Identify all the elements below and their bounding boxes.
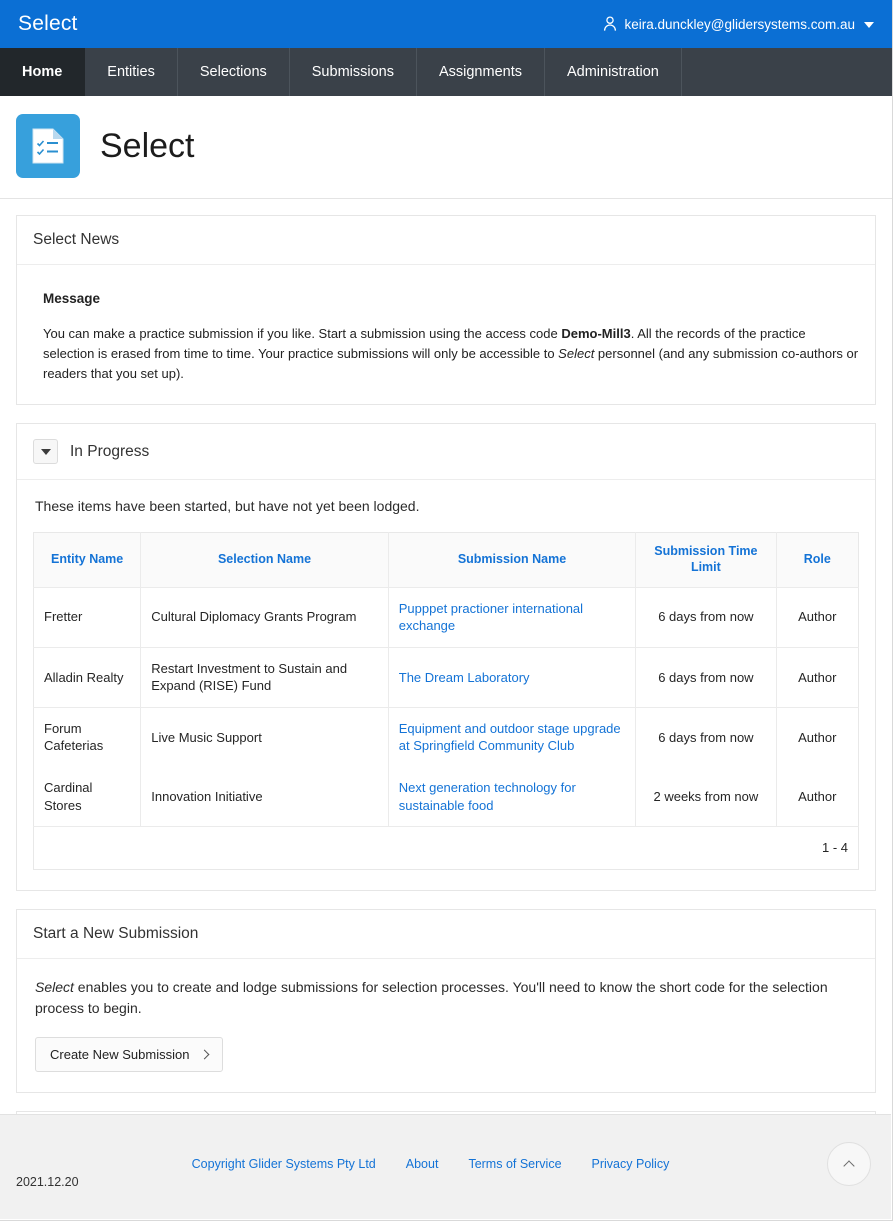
cell-role: Author xyxy=(776,587,859,647)
cell-time-limit: 6 days from now xyxy=(636,587,776,647)
submission-link[interactable]: Next generation technology for sustainab… xyxy=(399,780,576,813)
in-progress-description: These items have been started, but have … xyxy=(35,498,859,514)
submission-link[interactable]: The Dream Laboratory xyxy=(399,670,530,685)
nav-item-submissions[interactable]: Submissions xyxy=(290,48,417,96)
nav-item-label: Home xyxy=(22,64,62,80)
start-new-submission-title: Start a New Submission xyxy=(33,925,198,943)
nav-item-label: Administration xyxy=(567,64,659,80)
access-code: Demo-Mill3 xyxy=(561,326,630,341)
footer-link-privacy-policy[interactable]: Privacy Policy xyxy=(592,1157,670,1171)
content-wrapper: Select News Message You can make a pract… xyxy=(0,199,892,1168)
cell-time-limit: 2 weeks from now xyxy=(636,767,776,827)
cell-entity-name: Forum Cafeterias xyxy=(34,707,141,767)
nav-item-label: Selections xyxy=(200,64,267,80)
column-header-submission-name[interactable]: Submission Name xyxy=(388,533,636,587)
page-footer: Copyright Glider Systems Pty Ltd About T… xyxy=(0,1114,891,1219)
document-checklist-icon xyxy=(16,114,80,178)
create-new-submission-label: Create New Submission xyxy=(50,1047,189,1062)
person-icon xyxy=(603,16,617,32)
cell-submission-name: Next generation technology for sustainab… xyxy=(388,767,636,827)
cell-role: Author xyxy=(776,767,859,827)
cell-time-limit: 6 days from now xyxy=(636,707,776,767)
select-news-header: Select News xyxy=(17,216,875,265)
brand-name: Select xyxy=(558,346,594,361)
cell-entity-name: Fretter xyxy=(34,587,141,647)
app-title: Select xyxy=(18,12,78,36)
table-row: Fretter Cultural Diplomacy Grants Progra… xyxy=(34,587,859,647)
message-text: You can make a practice submission if yo… xyxy=(43,324,859,384)
select-news-title: Select News xyxy=(33,231,119,249)
cell-selection-name: Live Music Support xyxy=(141,707,389,767)
triangle-down-icon[interactable] xyxy=(33,439,58,464)
table-pagination-row: 1 - 4 xyxy=(34,827,859,870)
nav-item-label: Assignments xyxy=(439,64,522,80)
submission-link[interactable]: Pupppet practioner international exchang… xyxy=(399,601,583,634)
page-header: Select xyxy=(0,96,892,199)
cell-selection-name: Restart Investment to Sustain and Expand… xyxy=(141,647,389,707)
column-header-selection-name[interactable]: Selection Name xyxy=(141,533,389,587)
footer-link-about[interactable]: About xyxy=(406,1157,439,1171)
cell-selection-name: Innovation Initiative xyxy=(141,767,389,827)
cell-role: Author xyxy=(776,707,859,767)
start-new-submission-body: Select enables you to create and lodge s… xyxy=(17,959,875,1092)
chevron-up-icon xyxy=(843,1160,854,1171)
start-new-submission-header: Start a New Submission xyxy=(17,910,875,959)
user-email: keira.dunckley@glidersystems.com.au xyxy=(624,17,855,32)
in-progress-card: In Progress These items have been starte… xyxy=(16,423,876,890)
cell-role: Author xyxy=(776,647,859,707)
message-label: Message xyxy=(43,291,859,306)
column-header-submission-time-limit[interactable]: Submission Time Limit xyxy=(636,533,776,587)
in-progress-table: Entity Name Selection Name Submission Na… xyxy=(33,532,859,869)
table-row: Alladin Realty Restart Investment to Sus… xyxy=(34,647,859,707)
nav-item-administration[interactable]: Administration xyxy=(545,48,682,96)
footer-link-terms-of-service[interactable]: Terms of Service xyxy=(468,1157,561,1171)
table-header: Entity Name Selection Name Submission Na… xyxy=(34,533,859,587)
nav-item-assignments[interactable]: Assignments xyxy=(417,48,545,96)
description-text: enables you to create and lodge submissi… xyxy=(35,979,828,1016)
main-navigation: Home Entities Selections Submissions Ass… xyxy=(0,48,892,96)
create-new-submission-button[interactable]: Create New Submission xyxy=(35,1037,223,1072)
in-progress-title: In Progress xyxy=(70,443,149,461)
page-title: Select xyxy=(100,129,195,163)
table-row: Cardinal Stores Innovation Initiative Ne… xyxy=(34,767,859,827)
footer-version: 2021.12.20 xyxy=(16,1175,79,1189)
cell-submission-name: Pupppet practioner international exchang… xyxy=(388,587,636,647)
nav-spacer xyxy=(682,48,892,96)
cell-submission-name: Equipment and outdoor stage upgrade at S… xyxy=(388,707,636,767)
pagination-label: 1 - 4 xyxy=(34,827,859,870)
nav-item-home[interactable]: Home xyxy=(0,48,85,96)
submission-link[interactable]: Equipment and outdoor stage upgrade at S… xyxy=(399,721,621,754)
brand-name: Select xyxy=(35,979,74,995)
column-header-entity-name[interactable]: Entity Name xyxy=(34,533,141,587)
user-menu[interactable]: keira.dunckley@glidersystems.com.au xyxy=(603,16,876,32)
footer-link-copyright[interactable]: Copyright Glider Systems Pty Ltd xyxy=(192,1157,376,1171)
cell-selection-name: Cultural Diplomacy Grants Program xyxy=(141,587,389,647)
nav-item-label: Entities xyxy=(107,64,155,80)
footer-links: Copyright Glider Systems Pty Ltd About T… xyxy=(0,1157,891,1171)
chevron-right-icon xyxy=(200,1049,210,1059)
cell-time-limit: 6 days from now xyxy=(636,647,776,707)
cell-entity-name: Alladin Realty xyxy=(34,647,141,707)
select-news-card: Select News Message You can make a pract… xyxy=(16,215,876,405)
top-bar: Select keira.dunckley@glidersystems.com.… xyxy=(0,0,892,48)
cell-entity-name: Cardinal Stores xyxy=(34,767,141,827)
column-header-role[interactable]: Role xyxy=(776,533,859,587)
message-part-1: You can make a practice submission if yo… xyxy=(43,326,561,341)
nav-item-label: Submissions xyxy=(312,64,394,80)
nav-item-entities[interactable]: Entities xyxy=(85,48,178,96)
in-progress-body: These items have been started, but have … xyxy=(17,480,875,889)
table-body: Fretter Cultural Diplomacy Grants Progra… xyxy=(34,587,859,869)
select-news-body: Message You can make a practice submissi… xyxy=(17,265,875,404)
in-progress-header: In Progress xyxy=(17,424,875,480)
nav-item-selections[interactable]: Selections xyxy=(178,48,290,96)
start-new-submission-card: Start a New Submission Select enables yo… xyxy=(16,909,876,1093)
start-new-submission-description: Select enables you to create and lodge s… xyxy=(35,977,859,1019)
scroll-to-top-button[interactable] xyxy=(827,1142,871,1186)
chevron-down-icon xyxy=(864,22,874,28)
cell-submission-name: The Dream Laboratory xyxy=(388,647,636,707)
table-header-row: Entity Name Selection Name Submission Na… xyxy=(34,533,859,587)
table-row: Forum Cafeterias Live Music Support Equi… xyxy=(34,707,859,767)
